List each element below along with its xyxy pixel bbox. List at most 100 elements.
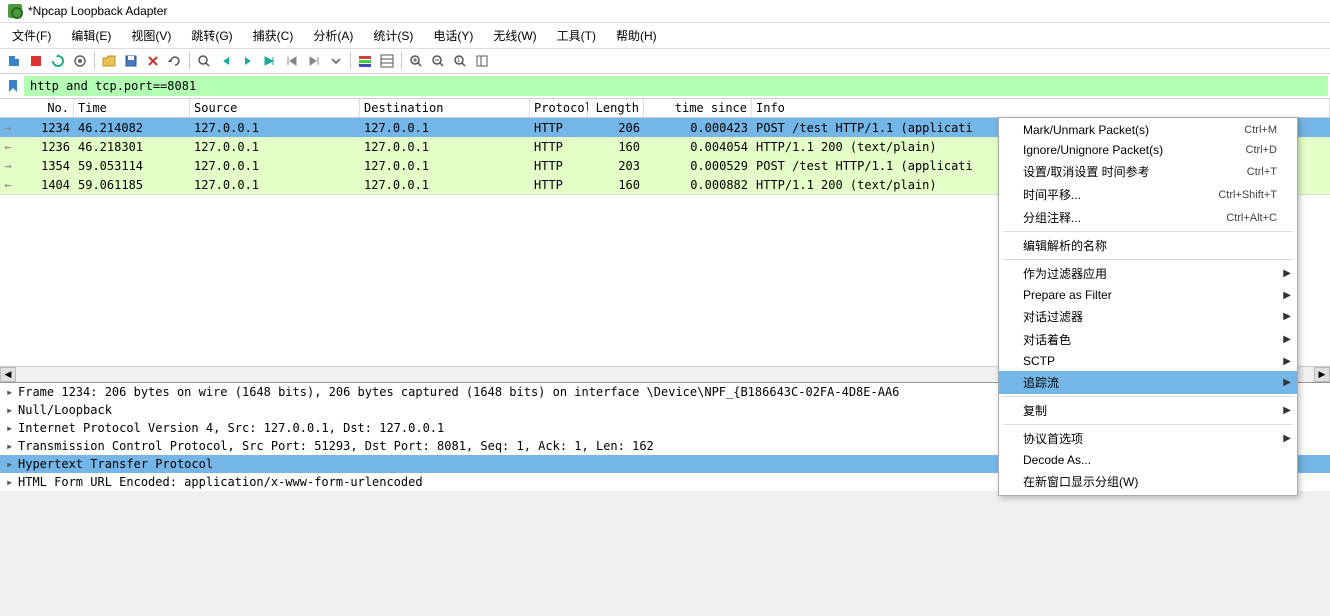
column-source[interactable]: Source <box>190 99 360 117</box>
cell-source: 127.0.0.1 <box>190 158 360 174</box>
cell-protocol: HTTP <box>530 158 588 174</box>
ctx-prepare-as-filter[interactable]: Prepare as Filter▶ <box>999 285 1297 305</box>
menu-goto[interactable]: 跳转(G) <box>183 25 240 46</box>
submenu-arrow-icon: ▶ <box>1283 268 1291 279</box>
ctx-time-reference[interactable]: 设置/取消设置 时间参考Ctrl+T <box>999 160 1297 183</box>
cell-time-since: 0.000529 <box>644 158 752 174</box>
toolbar-zoom-out[interactable] <box>428 51 448 71</box>
toolbar-options[interactable] <box>70 51 90 71</box>
cell-time-since: 0.000423 <box>644 120 752 136</box>
cell-protocol: HTTP <box>530 139 588 155</box>
titlebar: *Npcap Loopback Adapter <box>0 0 1330 23</box>
submenu-arrow-icon: ▶ <box>1283 433 1291 444</box>
ctx-conversation-color[interactable]: 对话着色▶ <box>999 328 1297 351</box>
ctx-mark-packet[interactable]: Mark/Unmark Packet(s)Ctrl+M <box>999 120 1297 140</box>
ctx-apply-as-filter[interactable]: 作为过滤器应用▶ <box>999 262 1297 285</box>
filter-input[interactable] <box>24 76 1328 96</box>
ctx-copy[interactable]: 复制▶ <box>999 399 1297 422</box>
toolbar-last[interactable] <box>304 51 324 71</box>
menu-analyze[interactable]: 分析(A) <box>305 25 361 46</box>
toolbar-autoscroll[interactable] <box>326 51 346 71</box>
column-info[interactable]: Info <box>752 99 1330 117</box>
toolbar-colorize[interactable] <box>355 51 375 71</box>
packet-direction-icon: ← <box>0 178 16 192</box>
toolbar-reload[interactable] <box>165 51 185 71</box>
scroll-right-icon[interactable]: ▶ <box>1314 367 1330 382</box>
cell-time: 59.053114 <box>74 158 190 174</box>
ctx-ignore-packet[interactable]: Ignore/Unignore Packet(s)Ctrl+D <box>999 140 1297 160</box>
cell-length: 203 <box>588 158 644 174</box>
toolbar-first[interactable] <box>282 51 302 71</box>
cell-no: 1234 <box>16 120 74 136</box>
cell-time: 46.214082 <box>74 120 190 136</box>
column-length[interactable]: Length <box>588 99 644 117</box>
cell-no: 1404 <box>16 177 74 193</box>
app-icon <box>8 4 22 18</box>
toolbar-restart-capture[interactable] <box>48 51 68 71</box>
cell-source: 127.0.0.1 <box>190 139 360 155</box>
toolbar: 1 <box>0 49 1330 74</box>
submenu-arrow-icon: ▶ <box>1283 334 1291 345</box>
ctx-follow-stream[interactable]: 追踪流▶ <box>999 371 1297 394</box>
menu-file[interactable]: 文件(F) <box>4 25 59 46</box>
menu-stats[interactable]: 统计(S) <box>365 25 421 46</box>
submenu-arrow-icon: ▶ <box>1283 405 1291 416</box>
toolbar-open[interactable] <box>99 51 119 71</box>
window-title: *Npcap Loopback Adapter <box>28 4 167 18</box>
column-time-since[interactable]: time since <box>644 99 752 117</box>
ctx-edit-resolved-name[interactable]: 编辑解析的名称 <box>999 234 1297 257</box>
cell-source: 127.0.0.1 <box>190 120 360 136</box>
menu-phone[interactable]: 电话(Y) <box>425 25 481 46</box>
toolbar-start-capture[interactable] <box>4 51 24 71</box>
ctx-sctp[interactable]: SCTP▶ <box>999 351 1297 371</box>
filter-bookmark-icon[interactable] <box>4 77 22 95</box>
menu-tools[interactable]: 工具(T) <box>549 25 604 46</box>
toolbar-zoom-reset[interactable]: 1 <box>450 51 470 71</box>
cell-source: 127.0.0.1 <box>190 177 360 193</box>
ctx-decode-as[interactable]: Decode As... <box>999 450 1297 470</box>
toolbar-next[interactable] <box>238 51 258 71</box>
toolbar-layout[interactable] <box>377 51 397 71</box>
toolbar-prev[interactable] <box>216 51 236 71</box>
menu-view[interactable]: 视图(V) <box>123 25 179 46</box>
ctx-protocol-preferences[interactable]: 协议首选项▶ <box>999 427 1297 450</box>
toolbar-resize-columns[interactable] <box>472 51 492 71</box>
ctx-time-shift[interactable]: 时间平移...Ctrl+Shift+T <box>999 183 1297 206</box>
toolbar-find[interactable] <box>194 51 214 71</box>
submenu-arrow-icon: ▶ <box>1283 377 1291 388</box>
cell-time: 59.061185 <box>74 177 190 193</box>
submenu-arrow-icon: ▶ <box>1283 356 1291 367</box>
toolbar-close[interactable] <box>143 51 163 71</box>
scroll-left-icon[interactable]: ◀ <box>0 367 16 382</box>
ctx-conversation-filter[interactable]: 对话过滤器▶ <box>999 305 1297 328</box>
ctx-show-in-new-window[interactable]: 在新窗口显示分组(W) <box>999 470 1297 493</box>
toolbar-goto-packet[interactable] <box>260 51 280 71</box>
column-time[interactable]: Time <box>74 99 190 117</box>
menu-edit[interactable]: 编辑(E) <box>63 25 119 46</box>
submenu-arrow-icon: ▶ <box>1283 311 1291 322</box>
menu-wireless[interactable]: 无线(W) <box>485 25 544 46</box>
expander-icon: ▸ <box>6 475 18 489</box>
expander-icon: ▸ <box>6 439 18 453</box>
packet-direction-icon: → <box>0 159 16 173</box>
ctx-packet-comment[interactable]: 分组注释...Ctrl+Alt+C <box>999 206 1297 229</box>
cell-destination: 127.0.0.1 <box>360 120 530 136</box>
cell-no: 1354 <box>16 158 74 174</box>
toolbar-zoom-in[interactable] <box>406 51 426 71</box>
expander-icon: ▸ <box>6 421 18 435</box>
menubar: 文件(F) 编辑(E) 视图(V) 跳转(G) 捕获(C) 分析(A) 统计(S… <box>0 23 1330 49</box>
filter-bar <box>0 74 1330 99</box>
expander-icon: ▸ <box>6 403 18 417</box>
menu-capture[interactable]: 捕获(C) <box>245 25 302 46</box>
column-protocol[interactable]: Protocol <box>530 99 588 117</box>
cell-length: 206 <box>588 120 644 136</box>
toolbar-stop-capture[interactable] <box>26 51 46 71</box>
expander-icon: ▸ <box>6 385 18 399</box>
menu-help[interactable]: 帮助(H) <box>608 25 665 46</box>
toolbar-save[interactable] <box>121 51 141 71</box>
cell-protocol: HTTP <box>530 177 588 193</box>
expander-icon: ▸ <box>6 457 18 471</box>
column-no[interactable]: No. <box>16 99 74 117</box>
column-destination[interactable]: Destination <box>360 99 530 117</box>
cell-protocol: HTTP <box>530 120 588 136</box>
